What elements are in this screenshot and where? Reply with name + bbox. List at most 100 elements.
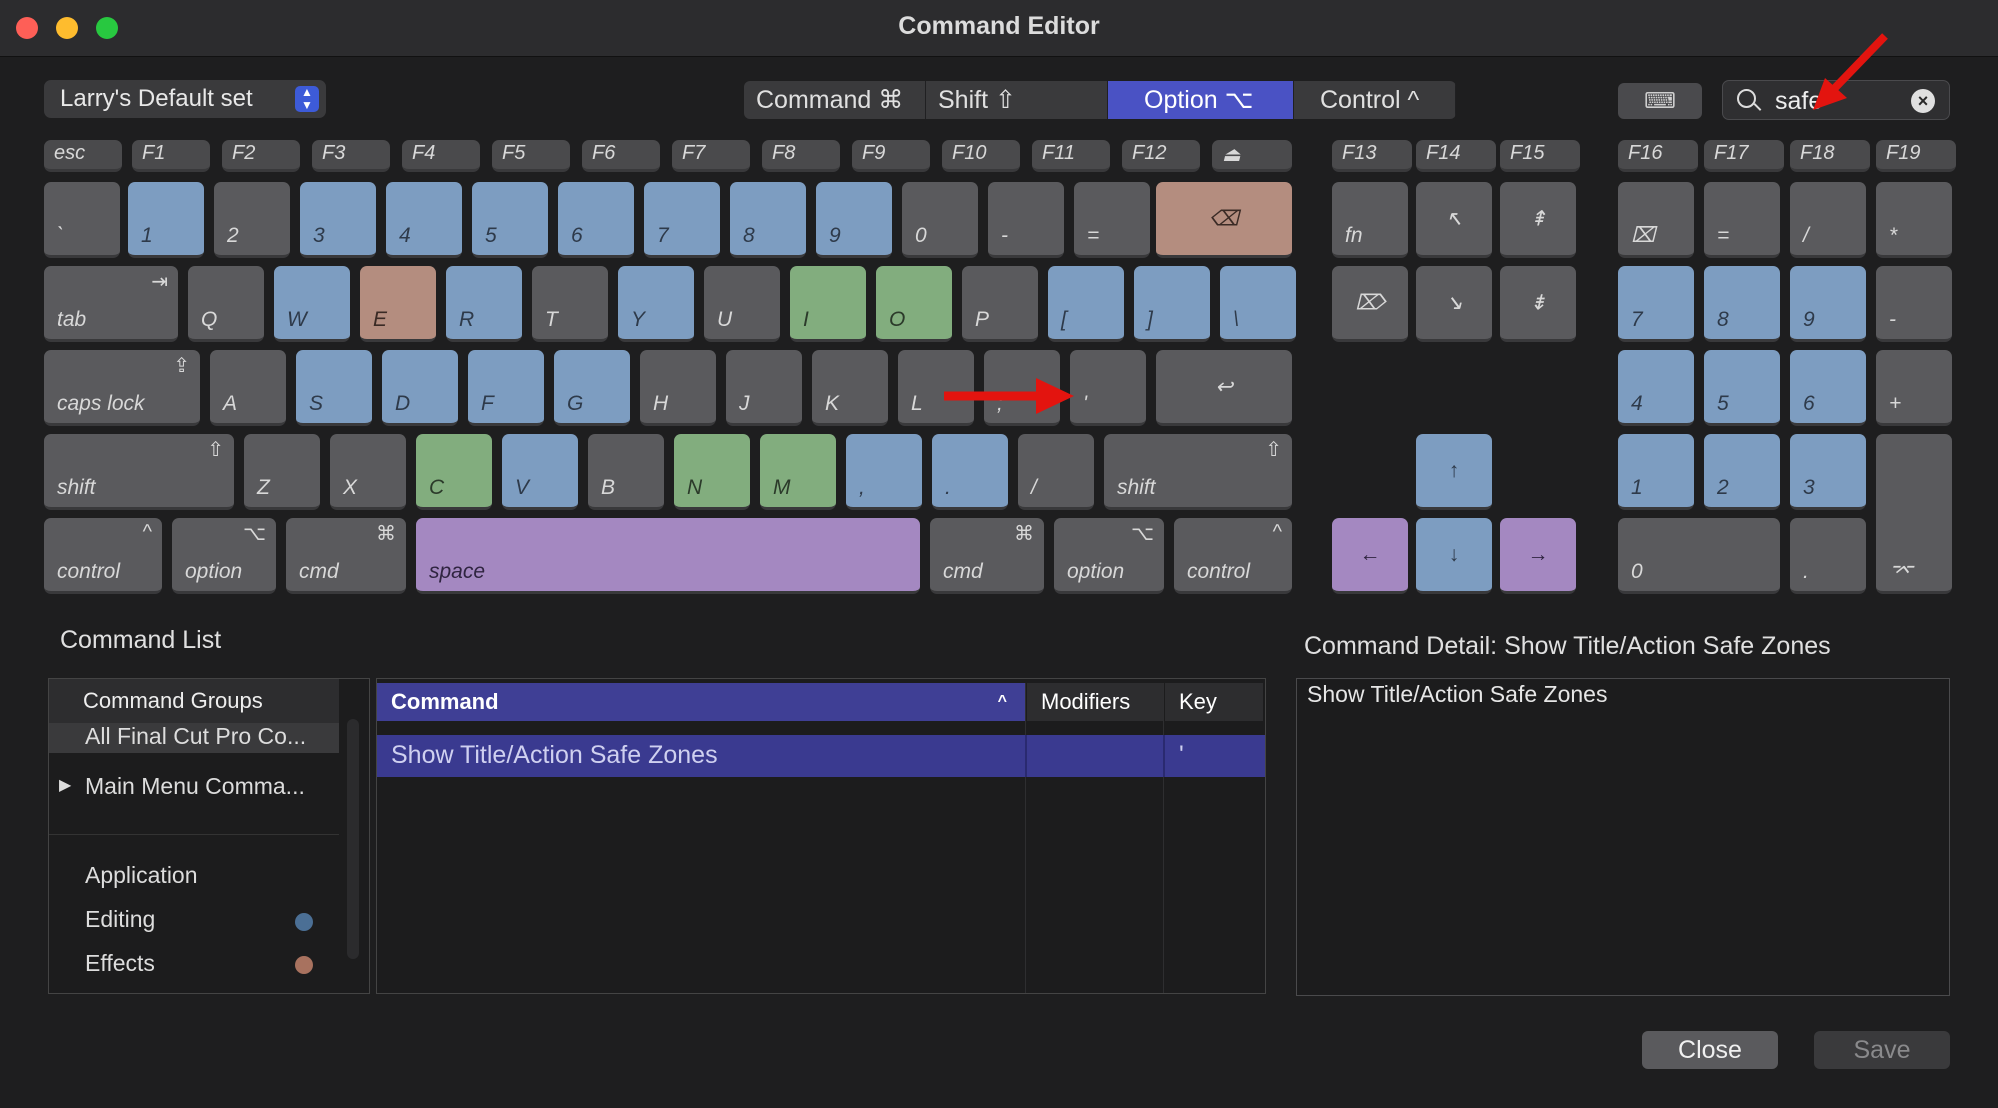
key-F7[interactable]: F7 bbox=[672, 140, 750, 172]
key-num-7[interactable]: 7 bbox=[644, 182, 720, 258]
table-row[interactable]: Show Title/Action Safe Zones ' bbox=[377, 735, 1265, 777]
modifier-control[interactable]: Control ^ bbox=[1294, 81, 1456, 119]
key-num-9[interactable]: 9 bbox=[816, 182, 892, 258]
key-num-3[interactable]: 3 bbox=[300, 182, 376, 258]
key-z-row-6[interactable]: N bbox=[674, 434, 750, 510]
key-F9[interactable]: F9 bbox=[852, 140, 930, 172]
groups-scrollbar[interactable] bbox=[347, 719, 359, 959]
modifier-option[interactable]: Option ⌥ bbox=[1108, 81, 1294, 119]
key-left-option[interactable]: option ⌥ bbox=[172, 518, 276, 594]
key-f19[interactable]: F19 bbox=[1876, 140, 1956, 172]
key-numpad-7[interactable]: - bbox=[1876, 266, 1952, 342]
keyboard-highlight-button[interactable]: ⌨ bbox=[1618, 83, 1702, 119]
key-left-shift[interactable]: shift ⇧ bbox=[44, 434, 234, 510]
key-fn[interactable]: fn bbox=[1332, 182, 1408, 258]
key-z-row-7[interactable]: M bbox=[760, 434, 836, 510]
key-a-row-7[interactable]: J bbox=[726, 350, 802, 426]
key-q-row-8[interactable]: I bbox=[790, 266, 866, 342]
key-num-11[interactable]: - bbox=[988, 182, 1064, 258]
key-tab[interactable]: tab ⇥ bbox=[44, 266, 178, 342]
key-q-row-10[interactable]: P bbox=[962, 266, 1038, 342]
clear-search-icon[interactable]: × bbox=[1911, 89, 1935, 113]
key-f18[interactable]: F18 bbox=[1790, 140, 1870, 172]
key-f17[interactable]: F17 bbox=[1704, 140, 1784, 172]
key-F8[interactable]: F8 bbox=[762, 140, 840, 172]
key-up-arrow[interactable]: ↑ bbox=[1416, 434, 1492, 510]
close-button[interactable]: Close bbox=[1642, 1031, 1778, 1069]
group-item-application[interactable]: Application bbox=[49, 859, 339, 891]
key-F10[interactable]: F10 bbox=[942, 140, 1020, 172]
key-q-row-9[interactable]: O bbox=[876, 266, 952, 342]
key-a-row-6[interactable]: H bbox=[640, 350, 716, 426]
key-a-row-5[interactable]: G bbox=[554, 350, 630, 426]
key-F4[interactable]: F4 bbox=[402, 140, 480, 172]
key-right-arrow[interactable]: → bbox=[1500, 518, 1576, 594]
key-numpad-14[interactable]: 3 bbox=[1790, 434, 1866, 510]
key-q-row-4[interactable]: R bbox=[446, 266, 522, 342]
key-numpad-8[interactable]: 4 bbox=[1618, 350, 1694, 426]
key-a-row-3[interactable]: D bbox=[382, 350, 458, 426]
group-item-main-menu[interactable]: ▶ Main Menu Comma... bbox=[49, 771, 339, 803]
key-z-row-10[interactable]: / bbox=[1018, 434, 1094, 510]
key-num-2[interactable]: 2 bbox=[214, 182, 290, 258]
key-q-row-12[interactable]: ] bbox=[1134, 266, 1210, 342]
key-numpad-2[interactable]: / bbox=[1790, 182, 1866, 258]
key-space[interactable]: space bbox=[416, 518, 920, 594]
key-numpad-17[interactable]: ⌤ bbox=[1876, 434, 1952, 594]
key-a-row-4[interactable]: F bbox=[468, 350, 544, 426]
key-num-0[interactable]: ` bbox=[44, 182, 120, 258]
key-q-row-13[interactable]: \ bbox=[1220, 266, 1296, 342]
key-F1[interactable]: F1 bbox=[132, 140, 210, 172]
group-item-all[interactable]: All Final Cut Pro Co... bbox=[49, 723, 339, 753]
key-z-row-8[interactable]: , bbox=[846, 434, 922, 510]
key-f13[interactable]: F13 bbox=[1332, 140, 1412, 172]
column-header-modifiers[interactable]: Modifiers bbox=[1027, 683, 1163, 721]
key-a-row-1[interactable]: A bbox=[210, 350, 286, 426]
key-numpad-10[interactable]: 6 bbox=[1790, 350, 1866, 426]
modifier-shift[interactable]: Shift ⇧ bbox=[926, 81, 1108, 119]
key-numpad-6[interactable]: 9 bbox=[1790, 266, 1866, 342]
key-q-row-2[interactable]: W bbox=[274, 266, 350, 342]
modifier-command[interactable]: Command ⌘ bbox=[744, 81, 926, 119]
key-right-control[interactable]: control ^ bbox=[1174, 518, 1292, 594]
key-numpad-9[interactable]: 5 bbox=[1704, 350, 1780, 426]
key-q-row-1[interactable]: Q bbox=[188, 266, 264, 342]
key-numpad-3[interactable]: * bbox=[1876, 182, 1952, 258]
key-z-row-4[interactable]: V bbox=[502, 434, 578, 510]
key-caps-lock[interactable]: caps lock ⇪ bbox=[44, 350, 200, 426]
key-numpad-15[interactable]: 0 bbox=[1618, 518, 1780, 594]
key-z-row-9[interactable]: . bbox=[932, 434, 1008, 510]
command-set-popup[interactable]: Larry's Default set ▲ ▼ bbox=[44, 80, 326, 118]
key-right-cmd[interactable]: cmd ⌘ bbox=[930, 518, 1044, 594]
key-numpad-0[interactable]: ⌧ bbox=[1618, 182, 1694, 258]
key-a-row-2[interactable]: S bbox=[296, 350, 372, 426]
key-numpad-1[interactable]: = bbox=[1704, 182, 1780, 258]
key-num-8[interactable]: 8 bbox=[730, 182, 806, 258]
key-eject[interactable]: ⏏ bbox=[1212, 140, 1292, 172]
key-left-arrow[interactable]: ← bbox=[1332, 518, 1408, 594]
key-num-6[interactable]: 6 bbox=[558, 182, 634, 258]
key-down-arrow[interactable]: ↓ bbox=[1416, 518, 1492, 594]
key-num-4[interactable]: 4 bbox=[386, 182, 462, 258]
key-num-10[interactable]: 0 bbox=[902, 182, 978, 258]
key-num-12[interactable]: = bbox=[1074, 182, 1150, 258]
key-left-cmd[interactable]: cmd ⌘ bbox=[286, 518, 406, 594]
column-header-command[interactable]: Command ^ bbox=[377, 683, 1025, 721]
key-page-down[interactable]: ⇟ bbox=[1500, 266, 1576, 342]
key-end[interactable]: ↘ bbox=[1416, 266, 1492, 342]
key-numpad-5[interactable]: 8 bbox=[1704, 266, 1780, 342]
key-right-shift[interactable]: shift ⇧ bbox=[1104, 434, 1292, 510]
key-f16[interactable]: F16 bbox=[1618, 140, 1698, 172]
key-F3[interactable]: F3 bbox=[312, 140, 390, 172]
key-numpad-13[interactable]: 2 bbox=[1704, 434, 1780, 510]
key-q-row-11[interactable]: [ bbox=[1048, 266, 1124, 342]
key-F6[interactable]: F6 bbox=[582, 140, 660, 172]
key-F2[interactable]: F2 bbox=[222, 140, 300, 172]
key-num-1[interactable]: 1 bbox=[128, 182, 204, 258]
key-left-control[interactable]: control ^ bbox=[44, 518, 162, 594]
key-z-row-2[interactable]: X bbox=[330, 434, 406, 510]
key-right-option[interactable]: option ⌥ bbox=[1054, 518, 1164, 594]
key-z-row-5[interactable]: B bbox=[588, 434, 664, 510]
key-page-up[interactable]: ⇞ bbox=[1500, 182, 1576, 258]
key-q-row-6[interactable]: Y bbox=[618, 266, 694, 342]
